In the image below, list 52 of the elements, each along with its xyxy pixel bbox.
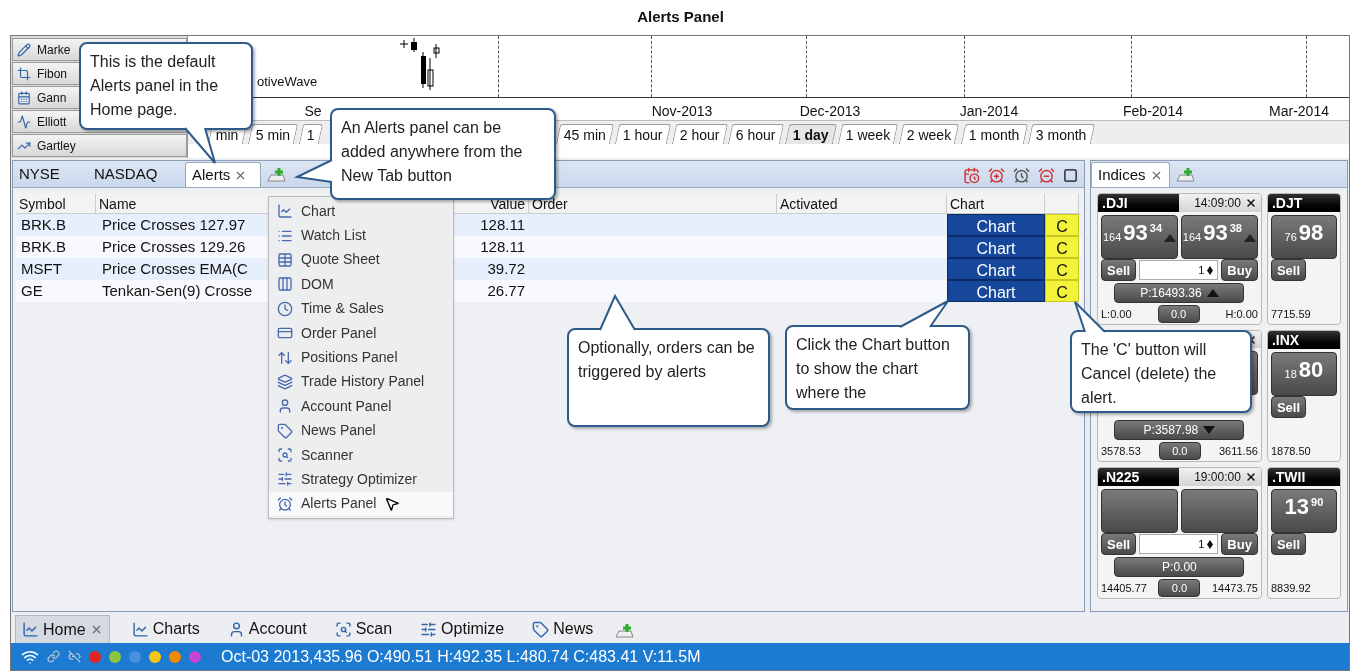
table-cell: 128.11 <box>480 215 525 233</box>
price-digits: 13 <box>1284 494 1310 520</box>
symbol-label: .TWII <box>1271 468 1306 487</box>
symbol-label: .DJT <box>1271 194 1303 213</box>
callout-tooltip: This is the default Alerts panel in the Home page. <box>79 42 253 130</box>
low-value: 8839.92 <box>1270 581 1311 597</box>
symbol-label: .DJI <box>1102 194 1128 213</box>
price-fraction: 34 <box>1149 221 1162 236</box>
high-value: H:0.00 <box>1225 307 1258 323</box>
axis-label: Mar-2014 <box>1269 102 1329 121</box>
low-value: 3578.53 <box>1101 444 1141 460</box>
price-digits: 98 <box>1298 220 1324 246</box>
table-cell: Price Crosses 127.97 <box>102 215 246 233</box>
callout-tooltip: Optionally, orders can be triggered by alerts <box>567 328 770 427</box>
table-cell: BRK.B <box>21 237 66 255</box>
table-cell: GE <box>21 281 43 299</box>
table-cell: Tenkan-Sen(9) Crosse <box>102 281 253 299</box>
price-digits: 93 <box>1123 220 1148 246</box>
table-cell: Price Crosses EMA(C <box>102 259 248 277</box>
symbol-label: .INX <box>1271 331 1300 350</box>
table-cell: Price Crosses 129.26 <box>102 237 246 255</box>
price-prefix: 164 <box>1182 230 1202 245</box>
price-prefix: 164 <box>1102 230 1122 245</box>
status-text: Oct-03 2013,435.96 O:490.51 H:492.35 L:480.74 C:483.41 V:11.5M <box>221 646 701 667</box>
table-cell: 39.72 <box>487 259 525 277</box>
page-title: Alerts Panel <box>637 7 724 28</box>
axis-label: Se <box>304 102 322 121</box>
price-prefix: 76 <box>1284 230 1297 245</box>
callout-tooltip: The 'C' button will Cancel (delete) the alert. <box>1070 330 1252 413</box>
table-cell: 26.77 <box>487 281 525 299</box>
low-value: L:0.00 <box>1101 307 1132 323</box>
axis-label: Feb-2014 <box>1123 102 1183 121</box>
high-value: 3611.56 <box>1218 444 1258 460</box>
table-cell: MSFT <box>21 259 62 277</box>
high-value: 14473.75 <box>1212 581 1258 597</box>
quote-time: 19:00:00 <box>1194 469 1241 486</box>
low-value: 1878.50 <box>1270 444 1311 460</box>
low-value: 7715.59 <box>1270 307 1311 323</box>
price-fraction: 38 <box>1229 221 1242 236</box>
price-fraction: 90 <box>1311 495 1324 510</box>
quote-time: 14:09:00 <box>1194 195 1241 212</box>
axis-label: Nov-2013 <box>651 102 713 121</box>
low-value: 14405.77 <box>1101 581 1147 597</box>
axis-label: Dec-2013 <box>799 102 861 121</box>
chart-watermark: otiveWave <box>257 73 318 91</box>
table-cell: 128.11 <box>480 237 525 255</box>
price-digits: 80 <box>1298 357 1324 383</box>
price-prefix: 18 <box>1284 367 1297 382</box>
axis-label: Jan-2014 <box>959 102 1019 121</box>
price-digits: 93 <box>1203 220 1228 246</box>
symbol-label: .N225 <box>1102 468 1140 487</box>
table-cell: BRK.B <box>21 215 66 233</box>
